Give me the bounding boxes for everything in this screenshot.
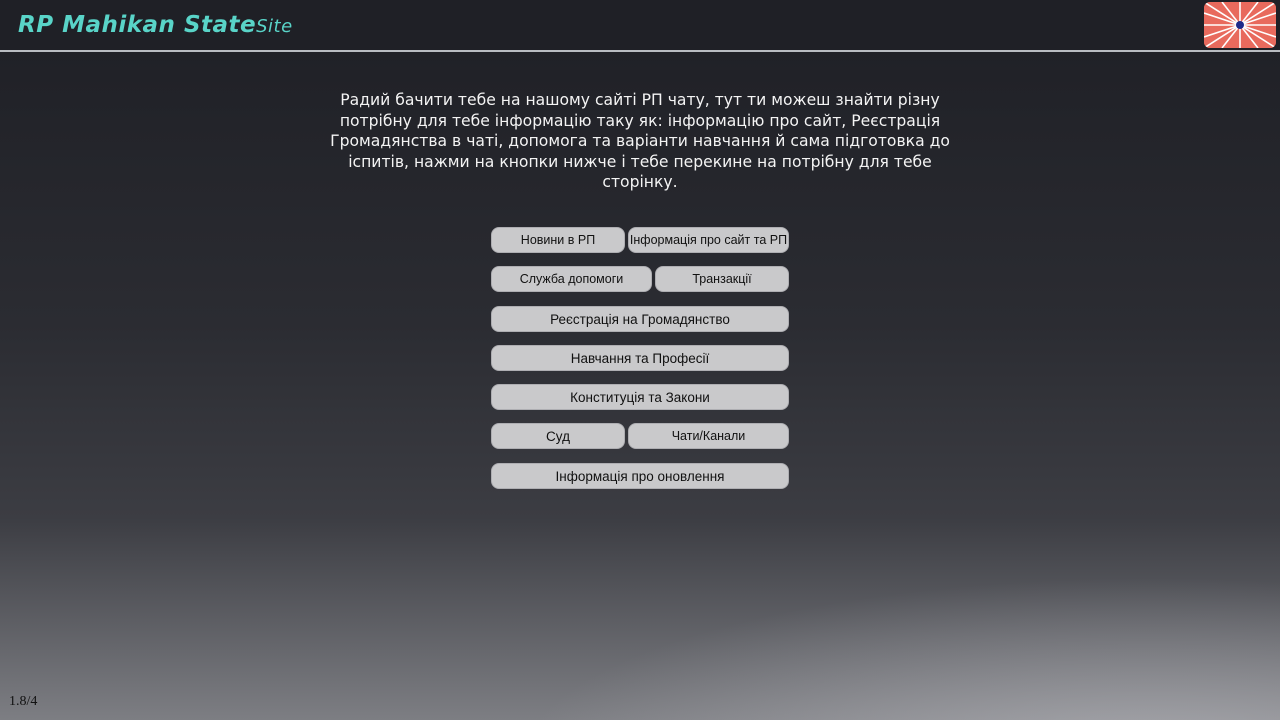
court-button[interactable]: Суд (491, 423, 625, 449)
updates-info-button[interactable]: Інформація про оновлення (491, 463, 789, 489)
transactions-button[interactable]: Транзакції (655, 266, 789, 292)
site-logo[interactable]: RP Mahikan StateSite (18, 12, 293, 38)
brand-title: RP Mahikan State (18, 12, 257, 38)
flag-icon[interactable] (1204, 2, 1276, 48)
news-button[interactable]: Новини в РП (491, 227, 625, 253)
constitution-button[interactable]: Конституція та Закони (491, 384, 789, 410)
support-button[interactable]: Служба допомоги (491, 266, 652, 292)
version-label: 1.8/4 (9, 694, 38, 709)
registration-button[interactable]: Реєстрація на Громадянство (491, 306, 789, 332)
welcome-text: Радий бачити тебе на нашому сайті РП чат… (330, 91, 950, 191)
about-site-button[interactable]: Інформація про сайт та РП (628, 227, 789, 253)
education-button[interactable]: Навчання та Професії (491, 345, 789, 371)
chats-channels-button[interactable]: Чати/Канали (628, 423, 789, 449)
brand-suffix: Site (256, 16, 293, 37)
top-header: RP Mahikan StateSite (0, 0, 1280, 52)
